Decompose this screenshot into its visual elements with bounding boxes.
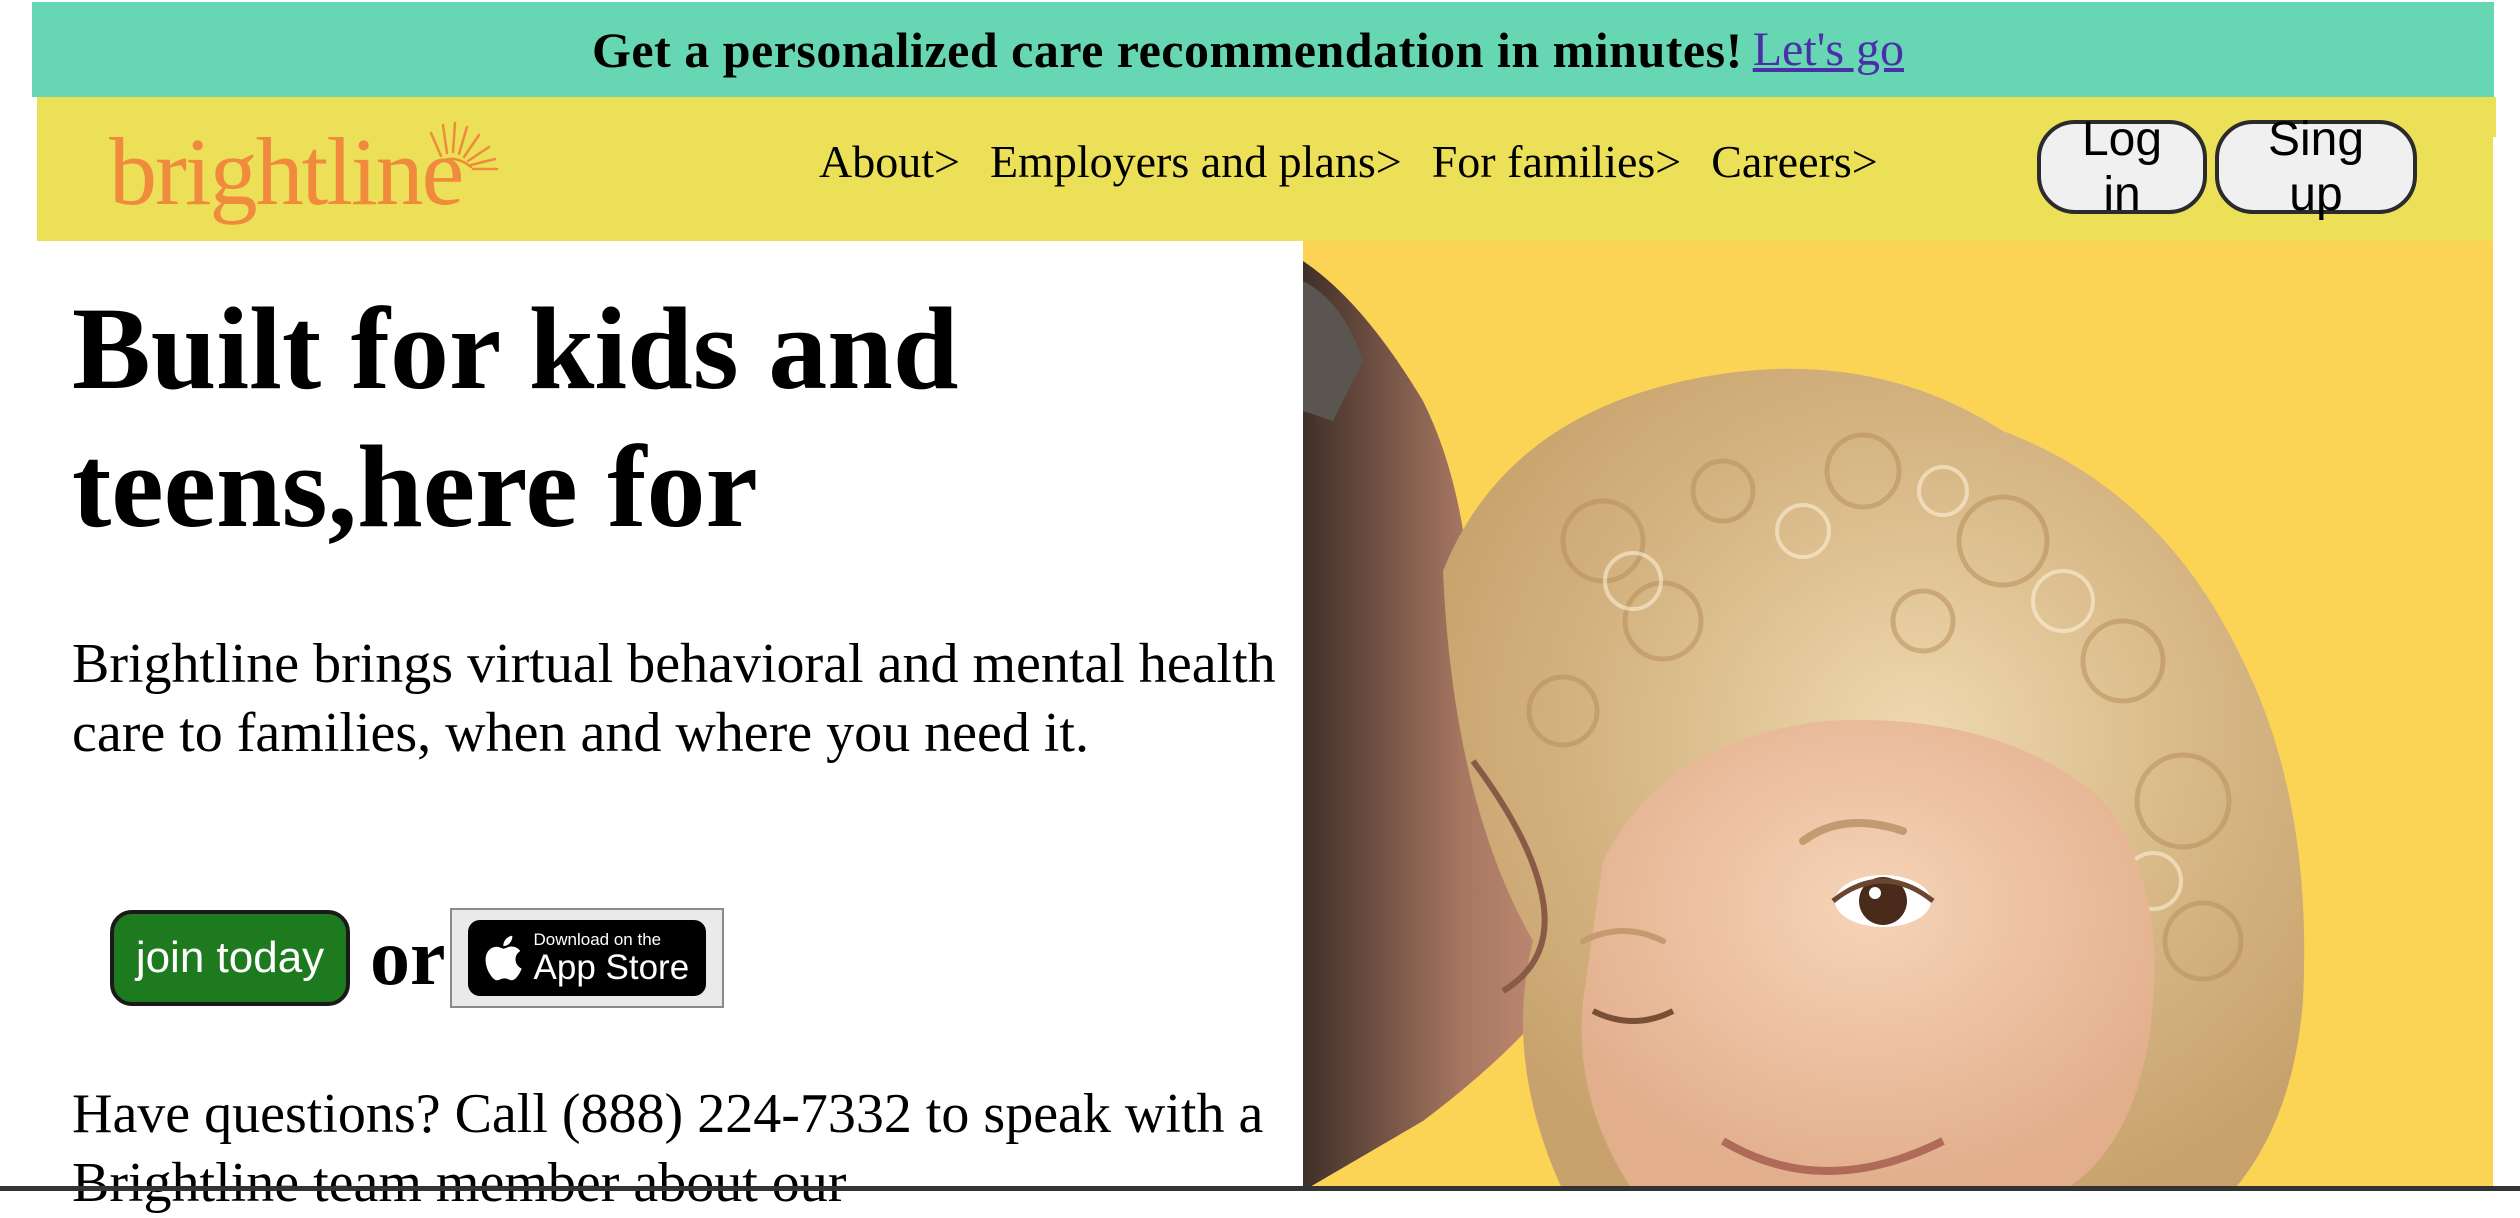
cta-row: join today or Download on the App Store <box>110 908 724 1008</box>
nav-for-families[interactable]: For families> <box>1432 135 1682 188</box>
questions-text: Have questions? Call (888) 224-7332 to s… <box>72 1083 1264 1214</box>
signup-button[interactable]: Sing up <box>2215 113 2417 221</box>
app-store-badge[interactable]: Download on the App Store <box>449 908 724 1008</box>
hero-description: Brightline brings virtual behavioral and… <box>72 633 1276 764</box>
hero-photo <box>1303 241 2493 1191</box>
nav-about[interactable]: About> <box>819 135 960 188</box>
apple-icon <box>485 935 522 981</box>
brightline-logo[interactable]: brightline <box>109 117 549 227</box>
app-store-badge-inner: Download on the App Store <box>467 920 706 996</box>
app-store-small-text: Download on the <box>533 930 662 949</box>
auth-buttons: Log in Sing up <box>2037 113 2417 221</box>
lets-go-link[interactable]: Let's go <box>1753 22 1904 77</box>
site-header: brightline About> Employers and plans> F… <box>37 97 2493 241</box>
app-store-text: Download on the App Store <box>534 931 690 985</box>
nav-employers-and-plans[interactable]: Employers and plans> <box>990 135 1402 188</box>
or-separator: or <box>370 914 446 1002</box>
join-today-button[interactable]: join today <box>110 910 350 1006</box>
hero-title: Built for kids and teens,here for <box>72 283 959 552</box>
nav-careers[interactable]: Careers> <box>1711 135 1877 188</box>
hero-photo-illustration <box>1303 261 2305 1191</box>
banner-text: Get a personalized care recommendation i… <box>591 21 1743 78</box>
announcement-banner: Get a personalized care recommendation i… <box>32 2 2494 97</box>
sun-rays-icon <box>427 121 499 173</box>
main-nav: About> Employers and plans> For families… <box>819 135 1908 188</box>
login-button[interactable]: Log in <box>2037 113 2207 221</box>
window-bottom-edge <box>0 1186 2520 1191</box>
app-store-large-text: App Store <box>533 948 690 987</box>
